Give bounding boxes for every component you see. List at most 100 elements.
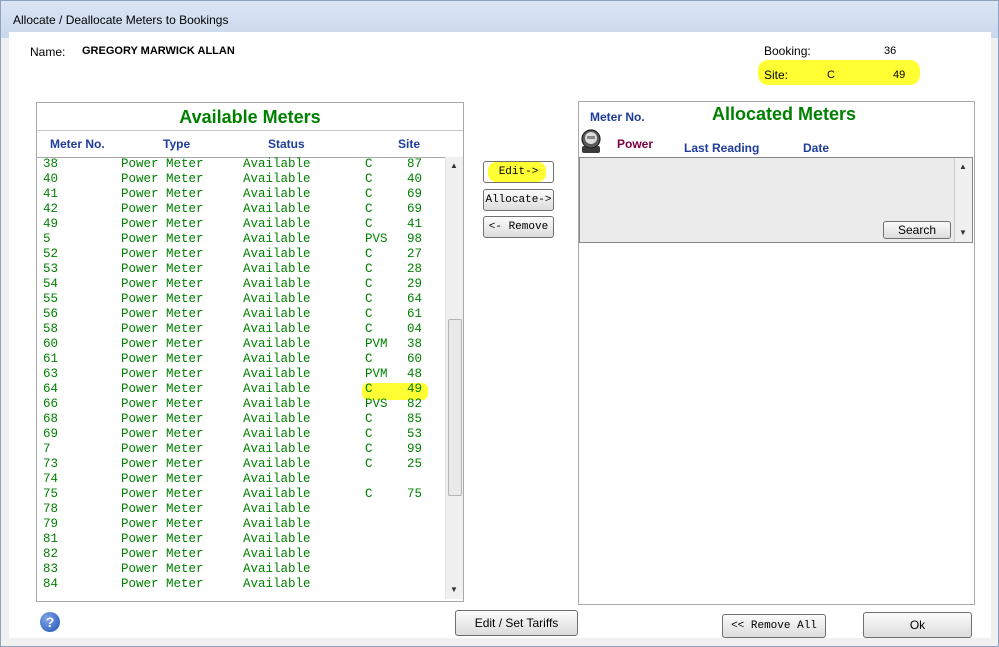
site-number-cell: 69 (407, 187, 423, 201)
meter-status-cell: Available (243, 232, 311, 246)
list-item[interactable]: 55 Power Meter Available C 64 (37, 292, 445, 307)
meter-no-cell: 38 (43, 157, 59, 171)
site-code-cell: PVS (365, 397, 388, 411)
meter-no-cell: 42 (43, 202, 59, 216)
list-item[interactable]: 69 Power Meter Available C 53 (37, 427, 445, 442)
allocated-scroll-up-icon[interactable]: ▲ (959, 162, 967, 171)
remove-button[interactable]: <- Remove (483, 216, 554, 238)
list-item[interactable]: 56 Power Meter Available C 61 (37, 307, 445, 322)
meter-no-cell: 73 (43, 457, 59, 471)
scroll-up-arrow-icon[interactable]: ▲ (450, 161, 458, 170)
list-item[interactable]: 54 Power Meter Available C 29 (37, 277, 445, 292)
list-item[interactable]: 7 Power Meter Available C 99 (37, 442, 445, 457)
list-item[interactable]: 81 Power Meter Available (37, 532, 445, 547)
available-meters-title: Available Meters (179, 107, 321, 127)
meter-status-cell: Available (243, 412, 311, 426)
site-code-cell: C (365, 262, 373, 276)
list-item[interactable]: 82 Power Meter Available (37, 547, 445, 562)
list-item[interactable]: 83 Power Meter Available (37, 562, 445, 577)
site-code-cell: C (365, 427, 373, 441)
site-number-cell: 41 (407, 217, 423, 231)
list-item[interactable]: 63 Power Meter Available PVM 48 (37, 367, 445, 382)
allocate-button[interactable]: Allocate-> (483, 189, 554, 211)
allocated-list-scrollbar[interactable]: ▲ ▼ (954, 158, 972, 242)
list-item[interactable]: 58 Power Meter Available C 04 (37, 322, 445, 337)
site-number-cell: 28 (407, 262, 423, 276)
list-item[interactable]: 66 Power Meter Available PVS 82 (37, 397, 445, 412)
allocated-scroll-down-icon[interactable]: ▼ (959, 228, 967, 237)
list-item[interactable]: 75 Power Meter Available C 75 (37, 487, 445, 502)
meter-status-cell: Available (243, 217, 311, 231)
meter-type-cell: Power Meter (121, 577, 204, 591)
meter-type-cell: Power Meter (121, 322, 204, 336)
list-item[interactable]: 73 Power Meter Available C 25 (37, 457, 445, 472)
list-item[interactable]: 42 Power Meter Available C 69 (37, 202, 445, 217)
scroll-down-arrow-icon[interactable]: ▼ (450, 585, 458, 594)
meter-status-cell: Available (243, 457, 311, 471)
list-item[interactable]: 41 Power Meter Available C 69 (37, 187, 445, 202)
site-code-cell: C (365, 442, 373, 456)
list-item[interactable]: 78 Power Meter Available (37, 502, 445, 517)
help-icon[interactable]: ? (40, 612, 60, 632)
site-number: 49 (893, 69, 906, 81)
meter-type-cell: Power Meter (121, 442, 204, 456)
list-item[interactable]: 49 Power Meter Available C 41 (37, 217, 445, 232)
site-code-cell: C (365, 202, 373, 216)
meter-no-cell: 81 (43, 532, 59, 546)
meter-status-cell: Available (243, 382, 311, 396)
site-number-cell: 04 (407, 322, 423, 336)
scroll-thumb[interactable] (448, 319, 462, 496)
site-code-cell: C (365, 157, 373, 171)
power-meter-icon (580, 128, 602, 154)
meter-no-cell: 49 (43, 217, 59, 231)
site-number-cell: 27 (407, 247, 423, 261)
meter-no-cell: 53 (43, 262, 59, 276)
search-button[interactable]: Search (883, 221, 951, 239)
meter-status-cell: Available (243, 352, 311, 366)
available-meters-list[interactable]: 38 Power Meter Available C 87 40 Power Meter Av… (37, 157, 445, 599)
meter-type-cell: Power Meter (121, 262, 204, 276)
meter-status-cell: Available (243, 517, 311, 531)
site-code-cell: C (365, 187, 373, 201)
list-item[interactable]: 68 Power Meter Available C 85 (37, 412, 445, 427)
list-item[interactable]: 79 Power Meter Available (37, 517, 445, 532)
list-item[interactable]: 40 Power Meter Available C 40 (37, 172, 445, 187)
meter-status-cell: Available (243, 187, 311, 201)
meter-status-cell: Available (243, 397, 311, 411)
list-item[interactable]: 61 Power Meter Available C 60 (37, 352, 445, 367)
date-label: Date (803, 141, 830, 155)
available-meters-header: Available Meters (36, 102, 464, 160)
meter-status-cell: Available (243, 442, 311, 456)
list-item[interactable]: 60 Power Meter Available PVM 38 (37, 337, 445, 352)
list-item[interactable]: 52 Power Meter Available C 27 (37, 247, 445, 262)
remove-all-button[interactable]: << Remove All (722, 614, 826, 638)
list-item[interactable]: 38 Power Meter Available C 87 (37, 157, 445, 172)
site-code-cell: C (365, 457, 373, 471)
meter-no-cell: 40 (43, 172, 59, 186)
edit-button[interactable]: Edit-> (483, 161, 554, 183)
site-number-cell: 53 (407, 427, 423, 441)
site-label: Site: (764, 68, 789, 82)
site-number-cell: 48 (407, 367, 423, 381)
site-number-cell: 25 (407, 457, 423, 471)
meter-status-cell: Available (243, 427, 311, 441)
list-item[interactable]: 53 Power Meter Available C 28 (37, 262, 445, 277)
edit-set-tariffs-button[interactable]: Edit / Set Tariffs (455, 610, 578, 636)
meter-type-cell: Power Meter (121, 157, 204, 171)
available-list-scrollbar[interactable]: ▲ ▼ (445, 157, 463, 599)
meter-status-cell: Available (243, 277, 311, 291)
ok-button[interactable]: Ok (863, 612, 972, 638)
meter-type-cell: Power Meter (121, 352, 204, 366)
list-item[interactable]: 5 Power Meter Available PVS 98 (37, 232, 445, 247)
site-code-cell: C (365, 277, 373, 291)
col-header-status: Status (268, 137, 305, 151)
meter-type-cell: Power Meter (121, 247, 204, 261)
meter-no-cell: 54 (43, 277, 59, 291)
list-item[interactable]: 74 Power Meter Available (37, 472, 445, 487)
list-item[interactable]: 84 Power Meter Available (37, 577, 445, 592)
site-number-cell: 49 (407, 382, 423, 396)
allocated-meter-no-label: Meter No. (590, 110, 645, 124)
list-item[interactable]: 64 Power Meter Available C 49 (37, 382, 445, 397)
meter-no-cell: 60 (43, 337, 59, 351)
meter-no-cell: 79 (43, 517, 59, 531)
